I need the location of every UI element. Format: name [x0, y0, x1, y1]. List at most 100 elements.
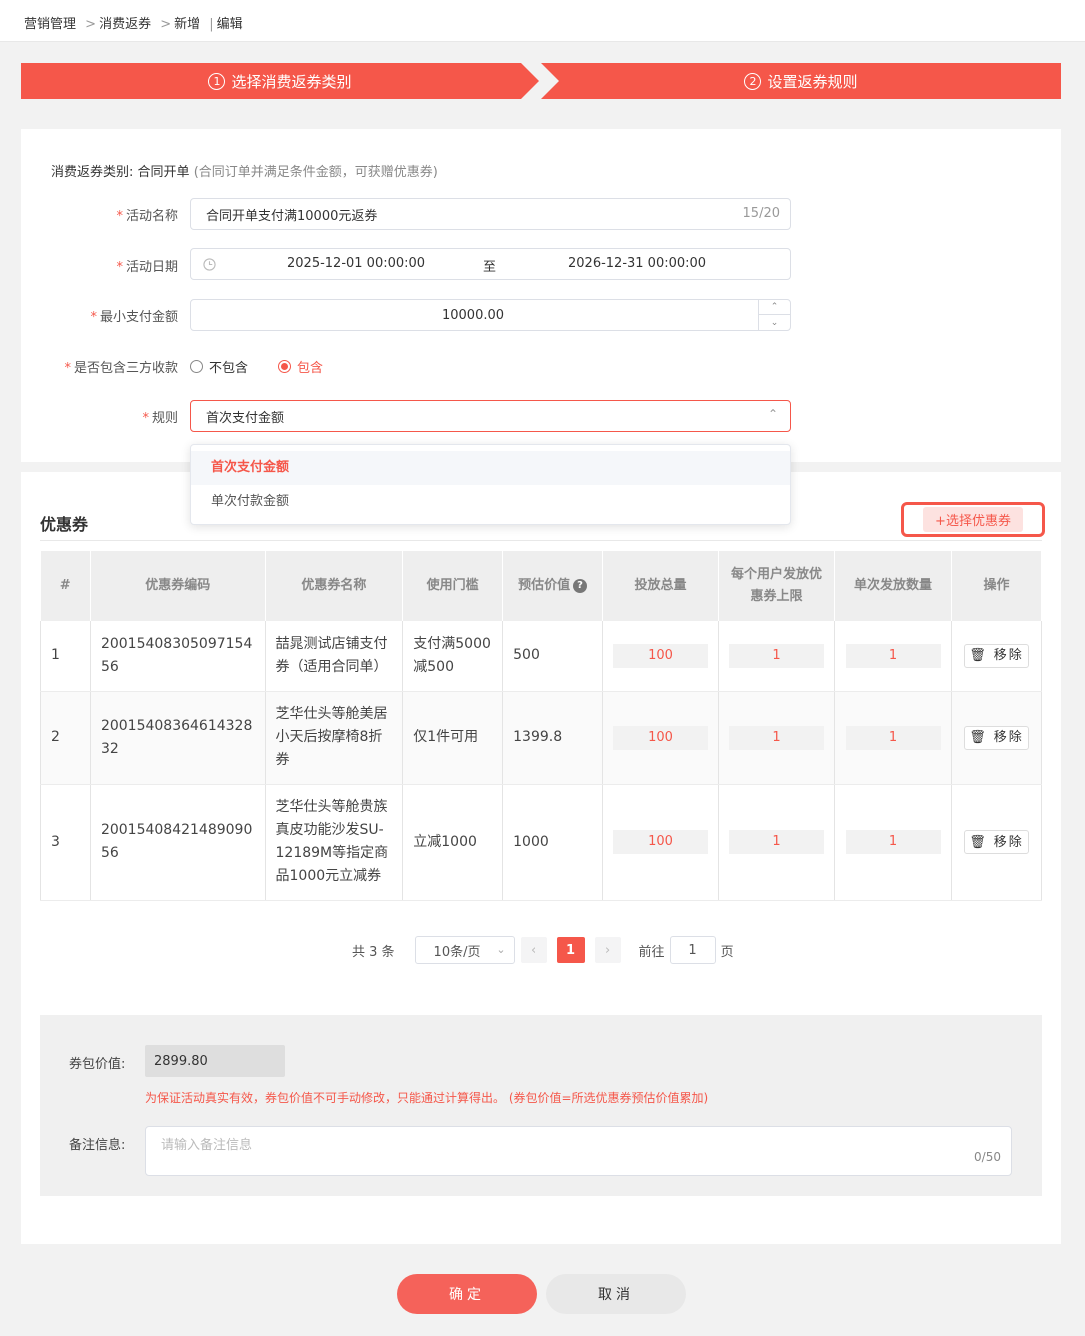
table-row: 3 2001540842148909056 芝华仕头等舱贵族真皮功能沙发SU-1… [40, 784, 1042, 901]
cell-per: 1 [834, 621, 953, 692]
remark-label: 备注信息: [69, 1138, 126, 1153]
help-icon[interactable]: ? [573, 578, 588, 593]
decrease-icon[interactable]: ⌄ [759, 315, 790, 330]
next-page-icon[interactable]: › [594, 937, 621, 963]
header-code: 优惠券编码 [90, 551, 266, 621]
cell-actions: 🗑 移除 [951, 691, 1042, 785]
activity-name-label: * 活动名称 [116, 209, 178, 224]
remark-counter: 0/50 [974, 1150, 1001, 1164]
min-payment-input[interactable]: 10000.00 ⌃ ⌄ [190, 299, 791, 331]
total-input[interactable]: 100 [613, 830, 709, 854]
header-user-limit: 每个用户发放优惠券上限 [718, 551, 836, 621]
radio-include[interactable]: 包含 [278, 357, 323, 376]
cell-total: 100 [602, 621, 720, 692]
remove-button[interactable]: 🗑 移除 [964, 725, 1029, 750]
step-1-number: 1 [208, 72, 226, 90]
cell-value: 500 [502, 621, 604, 692]
category-label: 消费返券类别: [51, 165, 134, 180]
cell-limit: 1 [718, 784, 836, 901]
total-input[interactable]: 100 [613, 725, 709, 750]
breadcrumb: 营销管理 > 消费返券 > 新增 | 编辑 [0, 0, 1085, 42]
step-indicator: 1 选择消费返券类别 2 设置返券规则 [21, 63, 1061, 99]
table-row: 2 2001540836461432832 芝华仕头等舱美居小天后按摩椅8折券 … [40, 691, 1042, 785]
cancel-button[interactable]: 取消 [546, 1274, 686, 1314]
header-index: # [40, 551, 91, 621]
coupon-pack-value-label: 券包价值: [69, 1057, 126, 1072]
coupon-section-title: 优惠券 [40, 515, 89, 534]
radio-exclude-circle[interactable] [190, 360, 203, 373]
rule-option-first-payment[interactable]: 首次支付金额 [191, 451, 790, 485]
activity-name-input[interactable]: 合同开单支付满10000元返券 15/20 [190, 198, 791, 230]
per-issue-input[interactable]: 1 [845, 830, 941, 854]
cell-actions: 🗑 移除 [951, 621, 1042, 692]
header-per-issue: 单次发放数量 [834, 551, 953, 621]
breadcrumb-item-marketing[interactable]: 营销管理 [24, 17, 76, 32]
clock-icon [203, 258, 216, 271]
remark-textarea[interactable]: 请输入备注信息 0/50 [145, 1126, 1012, 1176]
breadcrumb-item-edit: 编辑 [216, 17, 243, 32]
breadcrumb-separator: > [85, 17, 97, 32]
cell-value: 1000 [502, 784, 604, 901]
cell-actions: 🗑 移除 [951, 784, 1042, 901]
pagination: 共 3 条 10条/页 ⌄ ‹ 1 › 前往 1 页 [352, 936, 734, 964]
activity-date-label: * 活动日期 [116, 260, 178, 275]
step-1-label: 选择消费返券类别 [231, 72, 352, 91]
date-separator: 至 [483, 260, 497, 275]
table-header-row: # 优惠券编码 优惠券名称 使用门槛 预估价值? 投放总量 每个用户发放优惠券上… [40, 551, 1042, 621]
trash-icon: 🗑 [969, 834, 988, 850]
remove-button[interactable]: 🗑 移除 [964, 830, 1029, 854]
cell-per: 1 [834, 784, 953, 901]
min-payment-stepper[interactable]: ⌃ ⌄ [758, 300, 790, 330]
remove-button[interactable]: 🗑 移除 [964, 643, 1029, 668]
goto-suffix: 页 [720, 944, 734, 960]
rule-select[interactable]: 首次支付金额 ⌃ [190, 400, 791, 432]
third-party-label: * 是否包含三方收款 [64, 361, 178, 376]
header-value: 预估价值? [502, 551, 604, 621]
category-hint: (合同订单并满足条件金额，可获赠优惠券) [193, 165, 438, 180]
date-end[interactable]: 2026-12-31 00:00:00 [568, 256, 706, 271]
radio-include-circle[interactable] [278, 360, 292, 373]
rule-label: * 规则 [142, 411, 178, 426]
coupon-pack-warning: 为保证活动真实有效，券包价值不可手动修改，只能通过计算得出。 (券包价值=所选优… [145, 1091, 709, 1105]
third-party-radio-group: 不包含 包含 [190, 357, 323, 376]
goto-page-input[interactable]: 1 [669, 936, 716, 964]
select-coupon-button[interactable]: +选择优惠券 [901, 502, 1045, 537]
radio-exclude[interactable]: 不包含 [190, 357, 248, 376]
breadcrumb-item-add: 新增 [174, 17, 201, 32]
cell-threshold: 仅1件可用 [402, 691, 504, 785]
cell-code: 2001540836461432832 [90, 691, 266, 785]
limit-input[interactable]: 1 [729, 643, 825, 668]
cell-code: 2001540842148909056 [90, 784, 266, 901]
table-row: 1 2001540830509715456 喆晁测试店铺支付券（适用合同单） 支… [40, 621, 1042, 692]
header-name: 优惠券名称 [265, 551, 404, 621]
cell-name: 芝华仕头等舱美居小天后按摩椅8折券 [265, 691, 404, 785]
cell-index: 1 [40, 621, 91, 692]
min-payment-label: * 最小支付金额 [90, 310, 178, 325]
breadcrumb-separator: > [160, 17, 172, 32]
limit-input[interactable]: 1 [729, 830, 825, 854]
trash-icon: 🗑 [969, 648, 988, 664]
prev-page-icon[interactable]: ‹ [520, 937, 547, 963]
total-input[interactable]: 100 [613, 643, 709, 668]
limit-input[interactable]: 1 [729, 725, 825, 750]
header-threshold: 使用门槛 [402, 551, 504, 621]
activity-date-range[interactable]: 2025-12-01 00:00:00 至 2026-12-31 00:00:0… [190, 248, 791, 280]
breadcrumb-item-rebate[interactable]: 消费返券 [99, 17, 151, 32]
cell-limit: 1 [718, 621, 836, 692]
rule-option-single-payment[interactable]: 单次付款金额 [191, 485, 790, 519]
cell-index: 3 [40, 784, 91, 901]
coupon-pack-value-field: 2899.80 [145, 1045, 285, 1077]
per-issue-input[interactable]: 1 [845, 643, 941, 668]
date-start[interactable]: 2025-12-01 00:00:00 [287, 256, 425, 271]
page-size-select[interactable]: 10条/页 ⌄ [414, 936, 515, 964]
per-issue-input[interactable]: 1 [845, 725, 941, 750]
chevron-up-icon[interactable]: ⌃ [768, 407, 778, 421]
step-2-number: 2 [744, 72, 762, 90]
trash-icon: 🗑 [969, 730, 988, 745]
confirm-button[interactable]: 确定 [397, 1274, 537, 1314]
page-number-current[interactable]: 1 [556, 937, 585, 963]
chevron-down-icon: ⌄ [496, 943, 506, 956]
step-2: 2 设置返券规则 [541, 63, 1061, 99]
cell-value: 1399.8 [502, 691, 604, 785]
increase-icon[interactable]: ⌃ [759, 300, 790, 315]
